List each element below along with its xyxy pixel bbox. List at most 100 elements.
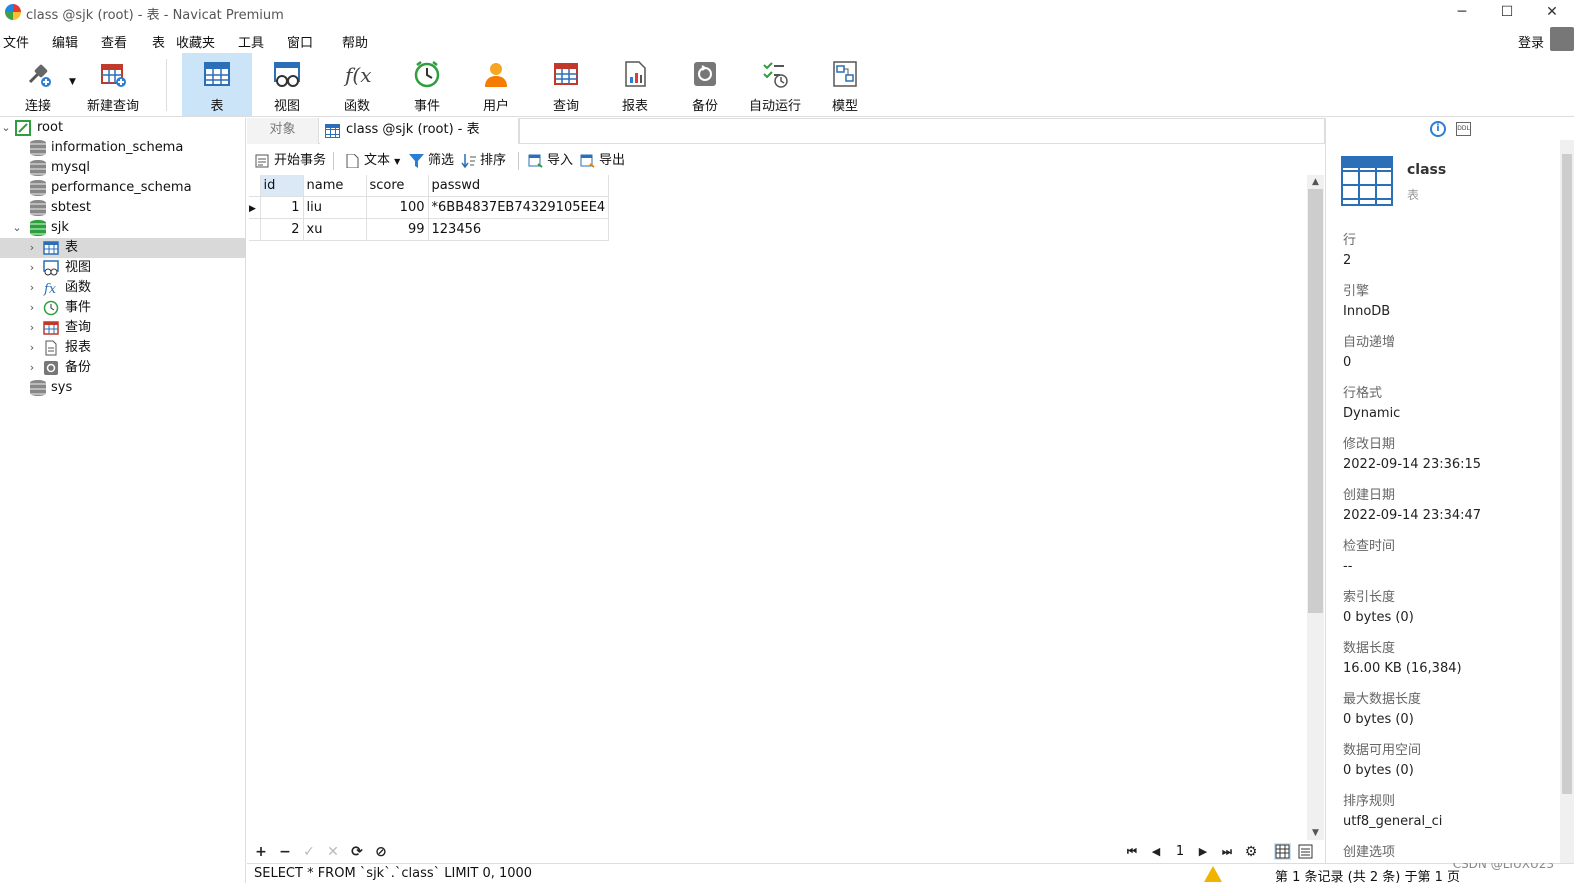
column-header-passwd[interactable]: passwd	[428, 175, 610, 197]
tree-item-events[interactable]: › 事件	[0, 298, 246, 318]
stop-button[interactable]: ⊘	[372, 843, 390, 861]
text-button[interactable]: 文本 ▼	[345, 152, 400, 170]
event-button[interactable]: 事件	[392, 53, 462, 116]
tree-item-mysql[interactable]: mysql	[0, 158, 246, 178]
tree-item-queries[interactable]: › 查询	[0, 318, 246, 338]
begin-transaction-button[interactable]: 开始事务	[255, 152, 326, 170]
delete-record-button[interactable]: −	[276, 843, 294, 861]
chevron-right-icon[interactable]: ›	[26, 338, 38, 358]
add-record-button[interactable]: +	[252, 843, 270, 861]
menu-view[interactable]: 查看	[101, 32, 127, 51]
query-button[interactable]: 查询	[531, 53, 601, 116]
auto-run-button[interactable]: 自动运行	[740, 53, 810, 116]
new-query-button[interactable]: 新建查询	[78, 53, 148, 116]
tab-class-table[interactable]: class @sjk (root) - 表	[320, 118, 519, 144]
column-header-id[interactable]: id	[260, 175, 304, 197]
menu-favorites[interactable]: 收藏夹	[176, 32, 215, 51]
refresh-button[interactable]: ⟳	[348, 843, 366, 861]
tree-item-information-schema[interactable]: information_schema	[0, 138, 246, 158]
cell-score[interactable]: 99	[366, 218, 429, 241]
tree-item-performance-schema[interactable]: performance_schema	[0, 178, 246, 198]
first-page-button[interactable]: ⏮	[1123, 843, 1141, 861]
tree-item-root[interactable]: ⌄ root	[0, 118, 246, 138]
chevron-down-icon[interactable]: ⌄	[11, 218, 23, 238]
last-page-button[interactable]: ⏭	[1218, 843, 1236, 861]
next-page-button[interactable]: ▶	[1194, 843, 1212, 861]
tab-objects[interactable]: 对象	[247, 118, 319, 144]
scrollbar-thumb[interactable]	[1308, 189, 1323, 613]
user-button[interactable]: 用户	[461, 53, 531, 116]
tree-item-backups[interactable]: › 备份	[0, 358, 246, 378]
cell-passwd[interactable]: 123456	[428, 218, 610, 241]
table-row[interactable]: 2 xu 99 123456	[249, 218, 610, 241]
sort-button[interactable]: 排序	[461, 152, 506, 170]
info-icon[interactable]: i	[1430, 121, 1446, 137]
report-button[interactable]: 报表	[600, 53, 670, 116]
info-panel-scrollbar[interactable]	[1560, 140, 1574, 863]
ddl-icon[interactable]: DDL	[1456, 122, 1471, 136]
export-button[interactable]: 导出	[580, 152, 625, 170]
close-button[interactable]: ✕	[1532, 2, 1572, 24]
login-link[interactable]: 登录	[1518, 32, 1544, 51]
table-row[interactable]: ▶ 1 liu 100 *6BB4837EB74329105EE4	[249, 196, 610, 219]
scroll-down-icon[interactable]: ▼	[1307, 826, 1324, 840]
backup-button[interactable]: 备份	[670, 53, 740, 116]
apply-changes-button[interactable]: ✓	[300, 843, 318, 861]
discard-changes-button[interactable]: ✕	[324, 843, 342, 861]
menu-tools[interactable]: 工具	[238, 32, 264, 51]
chevron-down-icon[interactable]: ⌄	[0, 118, 12, 138]
prop-value: 2022-09-14 23:34:47	[1343, 508, 1482, 523]
menu-table[interactable]: 表	[152, 32, 165, 51]
function-button[interactable]: f(x) 函数	[322, 53, 392, 116]
chevron-right-icon[interactable]: ›	[26, 258, 38, 278]
page-number[interactable]: 1	[1172, 843, 1188, 861]
chevron-right-icon[interactable]: ›	[26, 238, 38, 258]
warning-icon[interactable]	[1204, 866, 1222, 882]
chevron-right-icon[interactable]: ›	[26, 278, 38, 298]
minimize-button[interactable]: ─	[1442, 2, 1482, 24]
tree-item-reports[interactable]: › 报表	[0, 338, 246, 358]
grid-view-icon[interactable]	[1274, 843, 1291, 860]
chevron-right-icon[interactable]: ›	[26, 358, 38, 378]
tree-item-sjk[interactable]: ⌄ sjk	[0, 218, 246, 238]
menu-help[interactable]: 帮助	[342, 32, 368, 51]
column-header-score[interactable]: score	[366, 175, 429, 197]
cell-name[interactable]: liu	[303, 196, 367, 219]
chevron-right-icon[interactable]: ›	[26, 318, 38, 338]
column-header-name[interactable]: name	[303, 175, 367, 197]
new-query-icon	[101, 64, 126, 87]
cell-id[interactable]: 1	[260, 196, 304, 219]
tree-item-sbtest[interactable]: sbtest	[0, 198, 246, 218]
table-icon	[43, 241, 59, 255]
filter-button[interactable]: 筛选	[409, 152, 454, 170]
menu-edit[interactable]: 编辑	[52, 32, 78, 51]
grid-vertical-scrollbar[interactable]: ▲ ▼	[1307, 175, 1324, 840]
tree-item-views[interactable]: › 视图	[0, 258, 246, 278]
tree-item-sys[interactable]: sys	[0, 378, 246, 398]
cell-name[interactable]: xu	[303, 218, 367, 241]
import-button[interactable]: 导入	[528, 152, 573, 170]
form-view-icon[interactable]	[1297, 843, 1314, 860]
chevron-right-icon[interactable]: ›	[26, 298, 38, 318]
chevron-down-icon[interactable]: ▼	[69, 77, 76, 87]
view-button[interactable]: 视图	[252, 53, 322, 116]
previous-page-button[interactable]: ◀	[1147, 843, 1165, 861]
status-bar: SELECT * FROM `sjk`.`class` LIMIT 0, 100…	[247, 863, 1574, 885]
menu-file[interactable]: 文件	[3, 32, 29, 51]
tree-item-functions[interactable]: › fx 函数	[0, 278, 246, 298]
cell-score[interactable]: 100	[366, 196, 429, 219]
cell-id[interactable]: 2	[260, 218, 304, 241]
table-button[interactable]: 表	[182, 53, 252, 116]
model-button[interactable]: 模型	[810, 53, 880, 116]
cell-passwd[interactable]: *6BB4837EB74329105EE4	[428, 196, 610, 219]
tree-item-tables[interactable]: › 表	[0, 238, 246, 258]
maximize-button[interactable]: ☐	[1487, 2, 1527, 24]
table-label: 表	[210, 99, 224, 114]
avatar[interactable]	[1550, 27, 1574, 51]
scroll-up-icon[interactable]: ▲	[1307, 175, 1324, 189]
connect-button[interactable]: 连接	[3, 53, 73, 116]
scrollbar-thumb[interactable]	[1562, 154, 1572, 794]
settings-button[interactable]: ⚙	[1242, 843, 1260, 861]
tree-label: 函数	[65, 280, 92, 295]
menu-window[interactable]: 窗口	[287, 32, 313, 51]
